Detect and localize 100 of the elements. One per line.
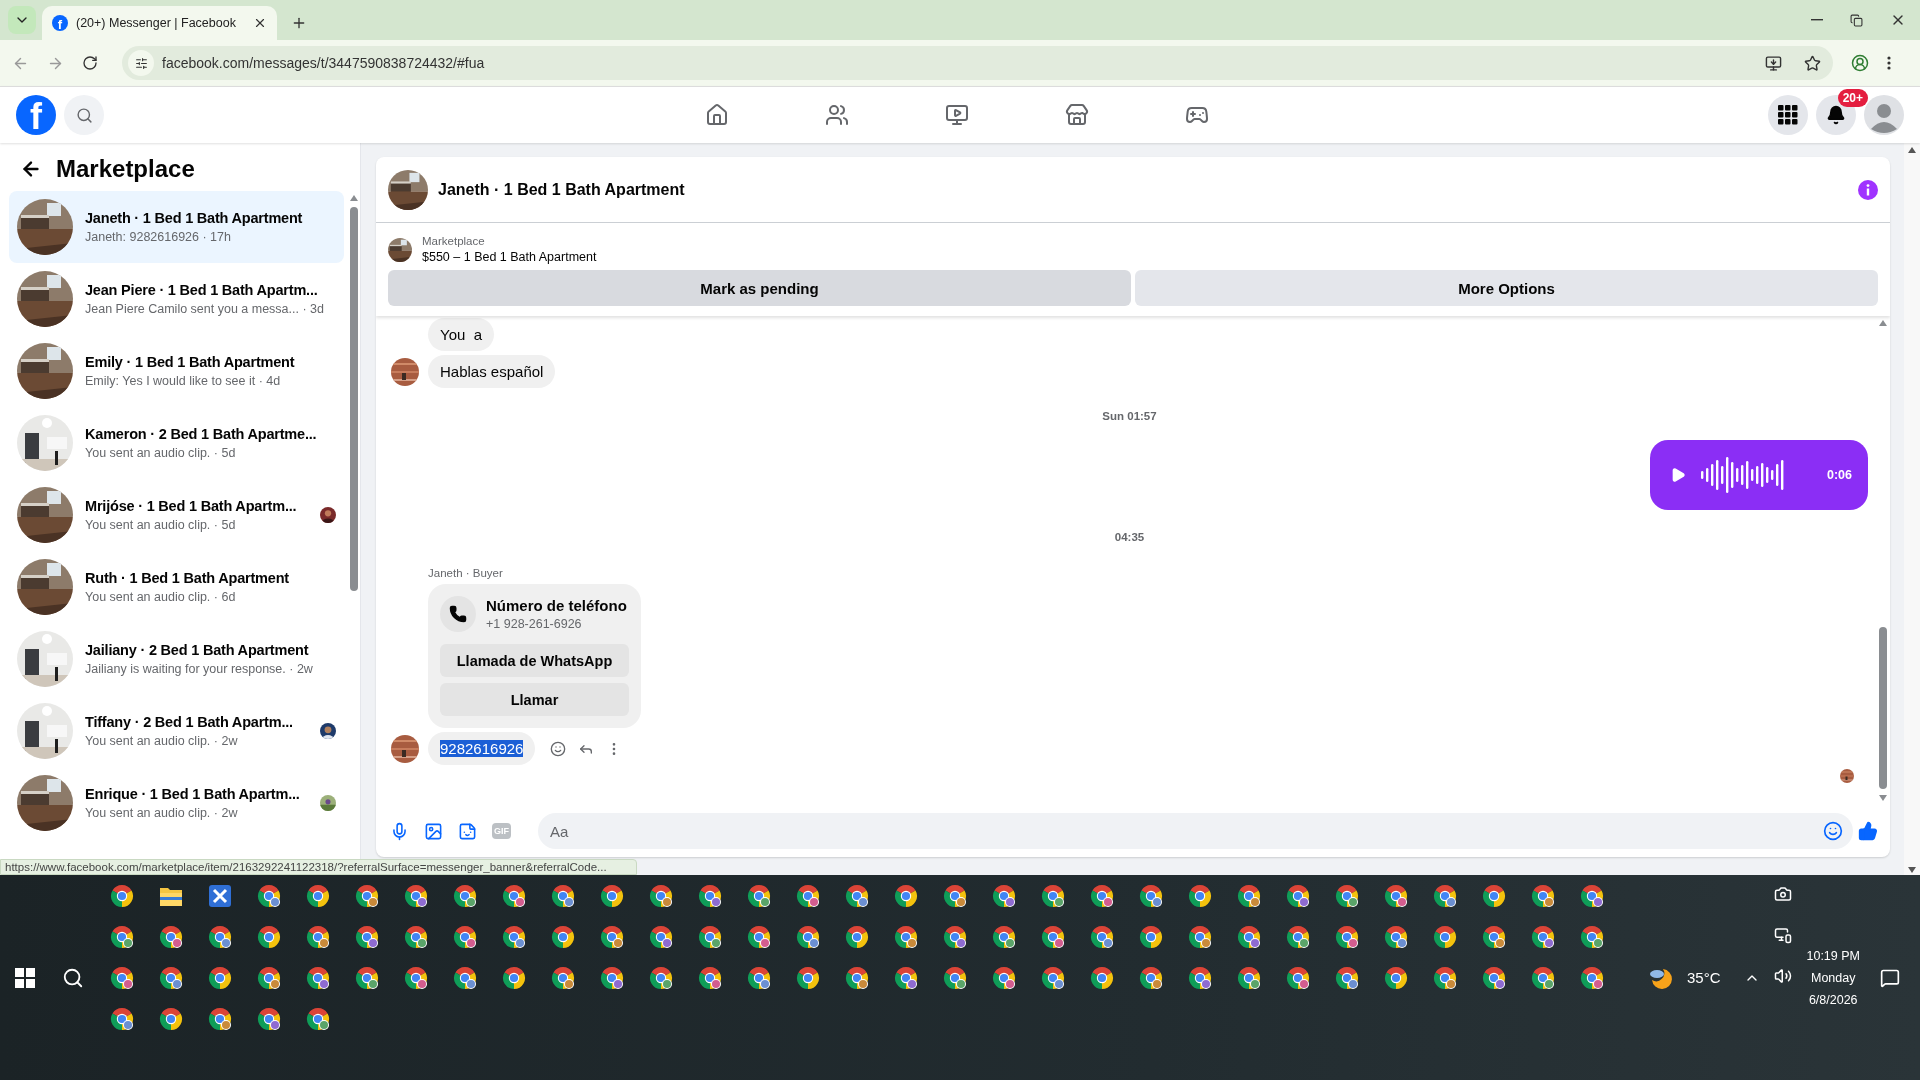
browser-icon[interactable]: [648, 924, 673, 949]
browser-icon[interactable]: [1236, 924, 1261, 949]
info-icon[interactable]: [1858, 179, 1878, 200]
browser-icon[interactable]: [1138, 965, 1163, 990]
scroll-up-icon[interactable]: [1908, 147, 1916, 153]
browser-icon[interactable]: [1579, 883, 1604, 908]
listing-action-button[interactable]: More Options: [1135, 270, 1878, 306]
browser-icon[interactable]: [256, 883, 281, 908]
browser-icon[interactable]: [942, 965, 967, 990]
conversation-item[interactable]: Tiffany · 2 Bed 1 Bath Apartm... You sent an audio clip. · 2w: [9, 695, 344, 767]
listing-action-button[interactable]: Mark as pending: [388, 270, 1131, 306]
browser-icon[interactable]: [158, 965, 183, 990]
browser-icon[interactable]: [1285, 883, 1310, 908]
facebook-logo[interactable]: f: [16, 95, 56, 135]
browser-icon[interactable]: [1530, 965, 1555, 990]
browser-icon[interactable]: [501, 924, 526, 949]
browser-icon[interactable]: [844, 883, 869, 908]
scroll-up-icon[interactable]: [1879, 320, 1887, 326]
browser-icon[interactable]: [1481, 924, 1506, 949]
clock[interactable]: 10:19 PM Monday 6/8/2026: [1806, 948, 1860, 1007]
browser-icon[interactable]: [207, 965, 232, 990]
browser-icon[interactable]: [599, 883, 624, 908]
play-icon[interactable]: [1670, 467, 1686, 483]
conversation-item[interactable]: Kameron · 2 Bed 1 Bath Apartme... You sent an audio clip. · 5d: [9, 407, 344, 479]
browser-icon[interactable]: [256, 965, 281, 990]
browser-icon[interactable]: [1187, 924, 1212, 949]
browser-icon[interactable]: [1481, 965, 1506, 990]
browser-icon[interactable]: [1138, 924, 1163, 949]
scrollbar-thumb[interactable]: [1879, 627, 1887, 789]
browser-icon[interactable]: [207, 1006, 232, 1031]
browser-icon[interactable]: [403, 924, 428, 949]
browser-menu-button[interactable]: [1887, 56, 1891, 70]
windows-start-icon[interactable]: [15, 967, 36, 988]
bookmark-button[interactable]: [1804, 54, 1821, 72]
browser-icon[interactable]: [893, 965, 918, 990]
browser-icon[interactable]: [1432, 883, 1457, 908]
scroll-down-icon[interactable]: [1879, 795, 1887, 801]
browser-icon[interactable]: [795, 924, 820, 949]
network-icon[interactable]: [1774, 926, 1793, 944]
browser-icon[interactable]: [991, 883, 1016, 908]
profile-avatar[interactable]: [1864, 95, 1904, 135]
browser-icon[interactable]: [1334, 924, 1359, 949]
browser-icon[interactable]: [1579, 965, 1604, 990]
address-bar[interactable]: facebook.com/messages/t/3447590838724432/#fua: [122, 46, 1833, 80]
browser-icon[interactable]: [1432, 924, 1457, 949]
browser-icon[interactable]: [697, 924, 722, 949]
browser-icon[interactable]: [1383, 924, 1408, 949]
browser-icon[interactable]: [109, 883, 134, 908]
message-field[interactable]: Aa: [538, 813, 1853, 849]
browser-icon[interactable]: [1285, 965, 1310, 990]
browser-icon[interactable]: [1236, 965, 1261, 990]
minimize-button[interactable]: [1811, 19, 1823, 21]
browser-icon[interactable]: [1334, 965, 1359, 990]
browser-icon[interactable]: [256, 924, 281, 949]
search-button[interactable]: [64, 95, 104, 135]
browser-icon[interactable]: [795, 965, 820, 990]
browser-icon[interactable]: [991, 924, 1016, 949]
new-tab-button[interactable]: [291, 15, 307, 31]
browser-icon[interactable]: [942, 924, 967, 949]
volume-icon[interactable]: [1774, 967, 1793, 985]
like-icon[interactable]: [1858, 821, 1878, 841]
browser-icon[interactable]: [452, 965, 477, 990]
call-button[interactable]: Llamar: [440, 683, 629, 716]
browser-icon[interactable]: [1089, 924, 1114, 949]
browser-icon[interactable]: [1187, 883, 1212, 908]
call-button[interactable]: Llamada de WhatsApp: [440, 644, 629, 677]
browser-icon[interactable]: [991, 965, 1016, 990]
browser-icon[interactable]: [403, 883, 428, 908]
conversation-item[interactable]: Enrique · 1 Bed 1 Bath Apartm... You sent an audio clip. · 2w: [9, 767, 344, 839]
browser-icon[interactable]: [697, 883, 722, 908]
search-icon[interactable]: [61, 966, 84, 989]
browser-icon[interactable]: [158, 924, 183, 949]
microphone-icon[interactable]: [390, 821, 409, 841]
browser-icon[interactable]: [1530, 883, 1555, 908]
conversation-item[interactable]: Janeth · 1 Bed 1 Bath Apartment Janeth: 9282616926 · 17h: [9, 191, 344, 263]
browser-icon[interactable]: [746, 883, 771, 908]
browser-icon[interactable]: [1383, 965, 1408, 990]
sticker-icon[interactable]: [458, 821, 477, 841]
app-icon[interactable]: [208, 884, 231, 907]
browser-icon[interactable]: [697, 965, 722, 990]
scroll-up-icon[interactable]: [350, 195, 358, 201]
conversation-item[interactable]: Jean Piere · 1 Bed 1 Bath Apartm... Jean Piere Camilo sent you a messa... · 3d: [9, 263, 344, 335]
browser-icon[interactable]: [942, 883, 967, 908]
browser-icon[interactable]: [1285, 924, 1310, 949]
browser-icon[interactable]: [305, 924, 330, 949]
conversation-item[interactable]: Mrijóse · 1 Bed 1 Bath Apartm... You sent an audio clip. · 5d: [9, 479, 344, 551]
browser-icon[interactable]: [599, 924, 624, 949]
browser-icon[interactable]: [1040, 883, 1065, 908]
reload-button[interactable]: [82, 55, 98, 71]
browser-icon[interactable]: [207, 924, 232, 949]
listing-title[interactable]: $550 – 1 Bed 1 Bath Apartment: [422, 250, 597, 264]
browser-icon[interactable]: [1530, 924, 1555, 949]
browser-icon[interactable]: [1187, 965, 1212, 990]
browser-icon[interactable]: [599, 965, 624, 990]
camera-icon[interactable]: [1774, 885, 1793, 903]
site-info-button[interactable]: [128, 50, 154, 76]
browser-icon[interactable]: [1432, 965, 1457, 990]
browser-icon[interactable]: [501, 965, 526, 990]
browser-icon[interactable]: [501, 883, 526, 908]
browser-tab[interactable]: f (20+) Messenger | Facebook: [42, 6, 277, 40]
